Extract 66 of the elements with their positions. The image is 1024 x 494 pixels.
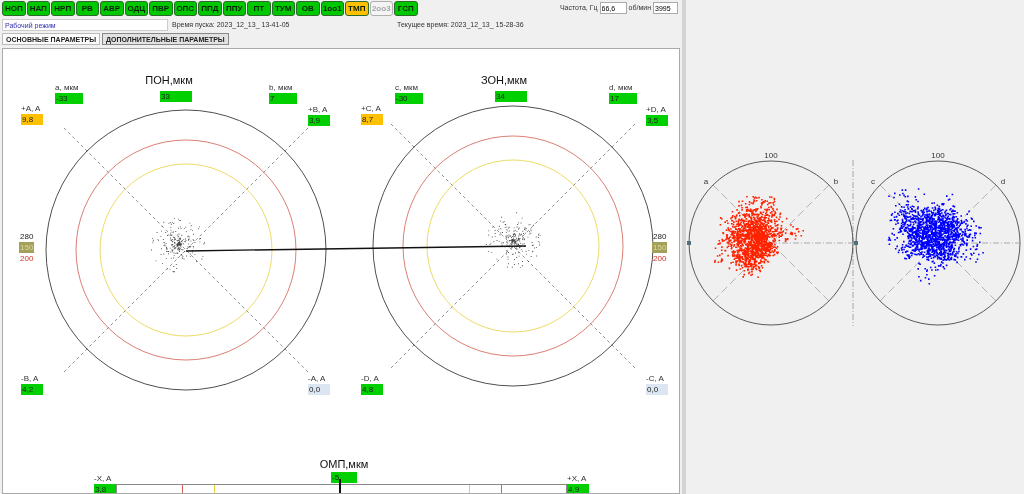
readout-value: 4,8 [361, 384, 383, 395]
readout-label: -A, A [308, 374, 326, 384]
orbit-value: 33 [160, 91, 192, 102]
readout-label: +B, A [308, 105, 328, 115]
readout-label: a, мкм [55, 83, 79, 93]
scale-value: 150 [19, 242, 35, 253]
status-indicator-button[interactable]: ОДЦ [124, 1, 148, 16]
readout-value: 17 [609, 93, 637, 104]
readout-label: -D, A [361, 374, 379, 384]
scale-value: 280 [652, 231, 668, 242]
orbit-title: ЗОН,мкм [481, 74, 527, 87]
axis-marker-icon [854, 241, 858, 245]
readout-value: 7 [269, 93, 297, 104]
axis-label: b [833, 177, 839, 186]
readout-label: -B, A [21, 374, 39, 384]
status-indicator-button[interactable]: НАП [26, 1, 50, 16]
status-indicator-button[interactable]: ПВР [149, 1, 173, 16]
status-indicator-button[interactable]: ОПС [173, 1, 197, 16]
readout-value: 4,2 [21, 384, 43, 395]
axis-label: d [1000, 177, 1006, 186]
status-indicator-button[interactable]: ПТ [247, 1, 271, 16]
scale-value: 200 [652, 253, 668, 264]
axis-label: a [703, 177, 709, 186]
status-indicator-button[interactable]: НРП [51, 1, 75, 16]
readout-label: +A, A [21, 104, 41, 114]
status-indicator-button[interactable]: ППД [198, 1, 222, 16]
readout-label: +D, A [646, 105, 666, 115]
readout-label: +C, A [361, 104, 381, 114]
plot-scale-label: 100 [931, 151, 945, 160]
plot-scale-label: 100 [764, 151, 778, 160]
status-indicator-button[interactable]: НОП [2, 1, 26, 16]
readout-value: 3,5 [646, 115, 668, 126]
readout-value: -30 [395, 93, 423, 104]
status-indicator-button[interactable]: ОВ [296, 1, 320, 16]
axial-title: ОМП,мкм [319, 458, 369, 471]
scatter-cloud [485, 212, 541, 268]
orbit-title: ПОН,мкм [145, 74, 193, 87]
status-indicator-button[interactable]: ТМП [345, 1, 369, 16]
readout-label: d, мкм [609, 83, 633, 93]
readout-label: -X, A [94, 474, 112, 484]
readout-label: c, мкм [395, 83, 418, 93]
status-indicator-button[interactable]: 1оо1 [320, 1, 344, 16]
readout-label: +X, A [567, 474, 587, 484]
readout-label: -C, A [646, 374, 664, 384]
status-indicator-button[interactable]: ППУ [222, 1, 246, 16]
readout-value: 4,9 [567, 484, 589, 493]
axial-value: -5 [331, 472, 357, 483]
orbit-value: 34 [495, 91, 527, 102]
scatter-cloud [151, 217, 205, 273]
status-indicator-button[interactable]: ГСП [394, 1, 418, 16]
status-indicator-button[interactable]: ТУМ [271, 1, 295, 16]
readout-value: 0,0 [308, 384, 330, 395]
readout-label: b, мкм [269, 83, 293, 93]
readout-value: 8,7 [361, 114, 383, 125]
axis-label: c [871, 177, 875, 186]
status-indicator-button[interactable]: АВР [100, 1, 124, 16]
readout-value: 3,9 [308, 115, 330, 126]
scale-value: 150 [652, 242, 668, 253]
status-indicator-button[interactable]: РВ [75, 1, 99, 16]
readout-value: 3,8 [94, 484, 116, 493]
scale-value: 200 [19, 253, 35, 264]
readout-value: -33 [55, 93, 83, 104]
axis-marker-icon [687, 241, 691, 245]
readout-value: 0,0 [646, 384, 668, 395]
scale-value: 280 [19, 231, 35, 242]
readout-value: 9,8 [21, 114, 43, 125]
